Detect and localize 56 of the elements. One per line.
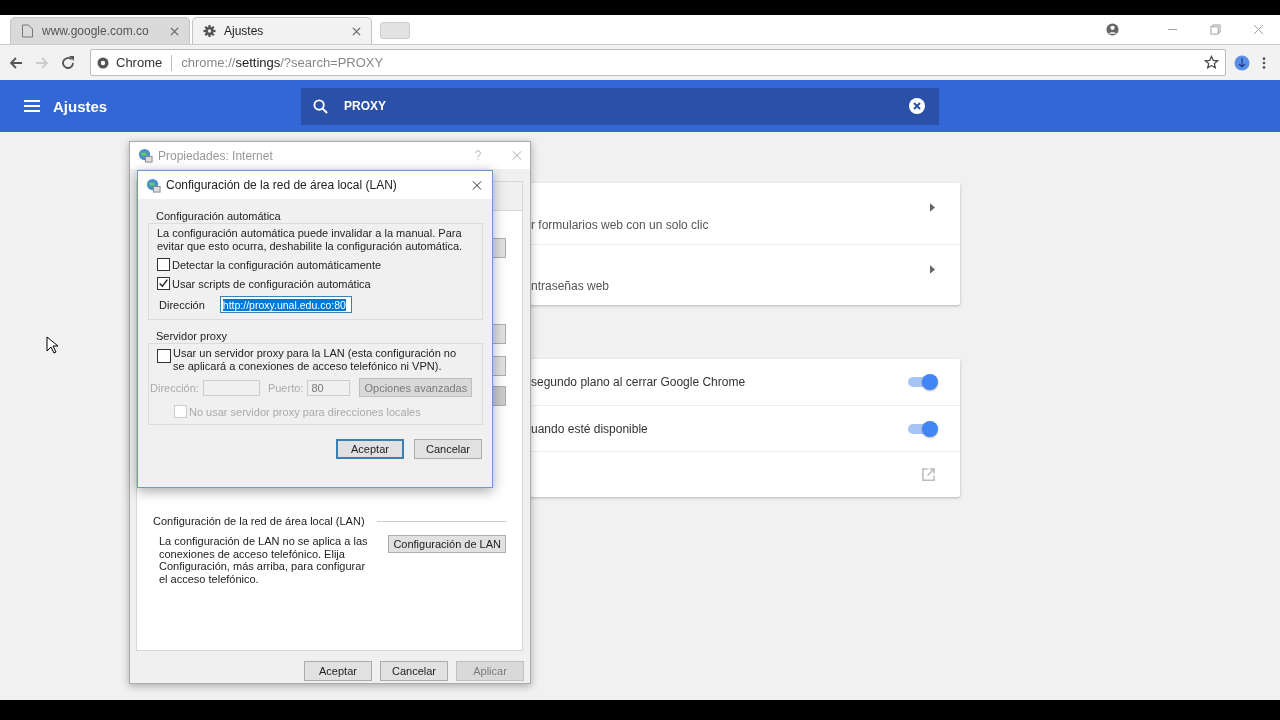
dialog-button[interactable]: Cancelar	[414, 439, 482, 459]
dialog-button[interactable]: Aceptar	[304, 661, 372, 681]
section-heading: Configuración de la red de área local (LAN)	[153, 515, 365, 527]
menu-icon[interactable]	[24, 100, 40, 112]
reload-icon[interactable]	[60, 54, 76, 71]
checkbox-label: Usar un servidor proxy para la LAN (esta configuración no se aplicará a conexiones de acceso telefónico ni VPN).	[173, 347, 458, 372]
section-description: La configuración de LAN no se aplica a las conexiones de acceso telefónico. Elija Configuración, más arriba, para configurar el acceso telefónico.	[159, 535, 369, 585]
arrow-icon[interactable]	[930, 264, 935, 274]
checkbox[interactable]	[157, 277, 170, 290]
setting-label: r formularios web con un solo clic	[531, 218, 709, 232]
gear-icon	[203, 24, 216, 38]
window-title: Configuración de la red de área local (LAN)	[166, 178, 397, 192]
group-title: Configuración automática	[156, 210, 282, 223]
checkbox[interactable]	[157, 258, 170, 271]
download-icon[interactable]	[1234, 54, 1250, 71]
toggle-switch[interactable]	[908, 374, 938, 390]
arrow-icon[interactable]	[930, 203, 935, 212]
port-field[interactable]: 80	[307, 379, 351, 396]
close-icon[interactable]	[1253, 24, 1264, 35]
address-field[interactable]: http://proxy.unal.edu.co:80	[219, 296, 352, 313]
dialog-button[interactable]: Aceptar	[336, 439, 404, 459]
checkbox-label: No usar servidor proxy para direcciones locales	[189, 405, 421, 418]
back-icon[interactable]	[8, 54, 24, 71]
close-icon[interactable]	[170, 26, 179, 36]
setting-label: segundo plano al cerrar Google Chrome	[531, 375, 746, 389]
browser-tab[interactable]: Ajustes	[192, 17, 372, 44]
clear-icon[interactable]	[909, 98, 925, 114]
globe-icon	[138, 148, 153, 163]
page-icon	[21, 24, 34, 38]
field-label: Dirección:	[150, 381, 199, 394]
search-field[interactable]: PROXY	[301, 87, 939, 125]
address-field[interactable]	[202, 379, 260, 396]
browser-tab[interactable]: www.google.com.co	[10, 17, 190, 44]
search-icon	[313, 98, 328, 114]
profile-icon[interactable]	[1106, 23, 1119, 36]
group-description: La configuración automática puede invalidar a la manual. Para evitar que esto ocurra, deshabilite la configuración automática.	[157, 227, 464, 252]
globe-icon	[146, 177, 161, 193]
lan-settings-button[interactable]: Configuración de LAN	[388, 535, 506, 553]
field-label: Dirección	[159, 298, 205, 311]
checkbox[interactable]	[157, 349, 171, 363]
setting-label: ntraseñas web	[531, 279, 610, 293]
toggle-switch[interactable]	[908, 420, 938, 437]
menu-icon[interactable]	[1262, 55, 1266, 70]
checkbox-label: Detectar la configuración automáticamente	[172, 258, 382, 271]
address-bar[interactable]: Chrome chrome://settings/?search=PROXY	[90, 49, 1226, 76]
page-title: Ajustes	[53, 97, 109, 115]
checkbox-label: Usar scripts de configuración automática	[172, 277, 371, 290]
mouse-cursor-icon	[46, 336, 58, 354]
field-label: Puerto:	[267, 381, 304, 394]
close-icon[interactable]	[352, 26, 361, 36]
setting-label: uando esté disponible	[531, 421, 648, 436]
close-icon[interactable]	[472, 179, 482, 191]
star-icon[interactable]	[1204, 55, 1219, 70]
group-title: Servidor proxy	[156, 330, 228, 343]
window-title: Propiedades: Internet	[158, 148, 273, 163]
dialog-button[interactable]: Cancelar	[380, 661, 448, 681]
